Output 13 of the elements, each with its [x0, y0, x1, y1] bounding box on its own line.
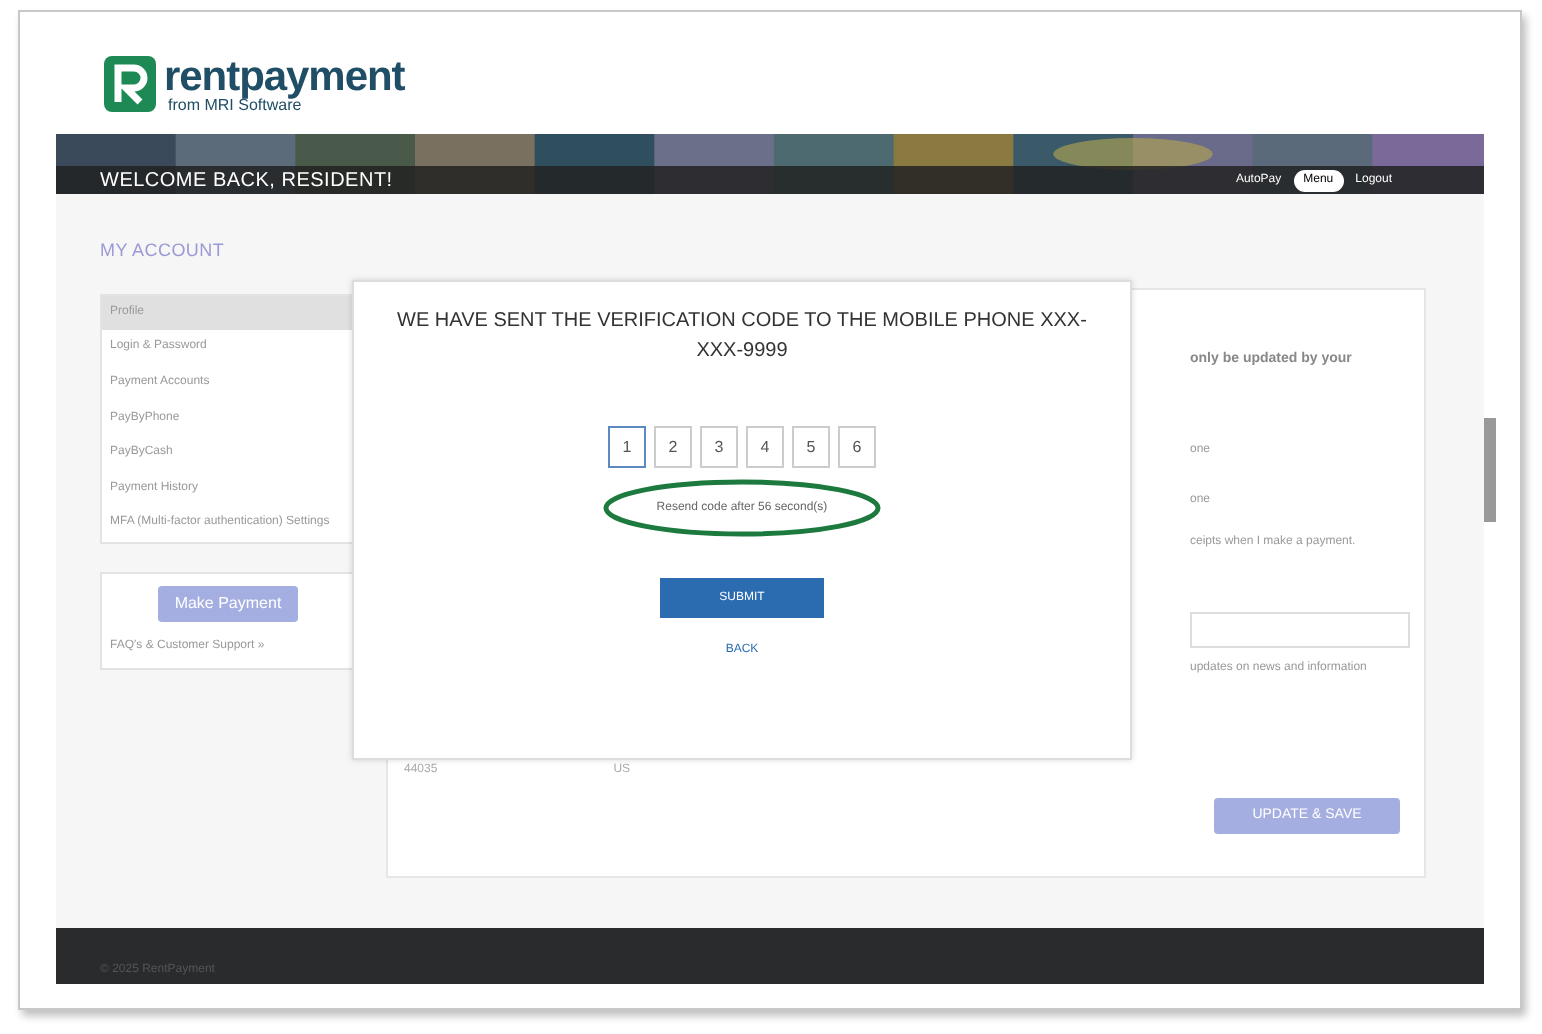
input-field[interactable] — [1190, 612, 1410, 648]
code-digit-field[interactable]: 1 — [608, 426, 646, 468]
code-digit-field[interactable]: 6 — [838, 426, 876, 468]
logo-tagline: from MRI Software — [168, 97, 302, 113]
page-title: MY ACCOUNT — [100, 238, 227, 264]
code-digit-field[interactable]: 3 — [700, 426, 738, 468]
code-digit-field[interactable]: 5 — [792, 426, 830, 468]
logo-wordmark: rentpayment — [164, 55, 405, 97]
logo-icon — [104, 56, 156, 112]
code-digit-field[interactable]: 4 — [746, 426, 784, 468]
code-digit-field[interactable]: 2 — [654, 426, 692, 468]
welcome-heading: WELCOME BACK, RESIDENT! — [100, 167, 393, 195]
dialog-title: WE HAVE SENT THE VERIFICATION CODE TO THE MOBILE PHONE XXX-XXX-9999 — [395, 308, 1089, 366]
